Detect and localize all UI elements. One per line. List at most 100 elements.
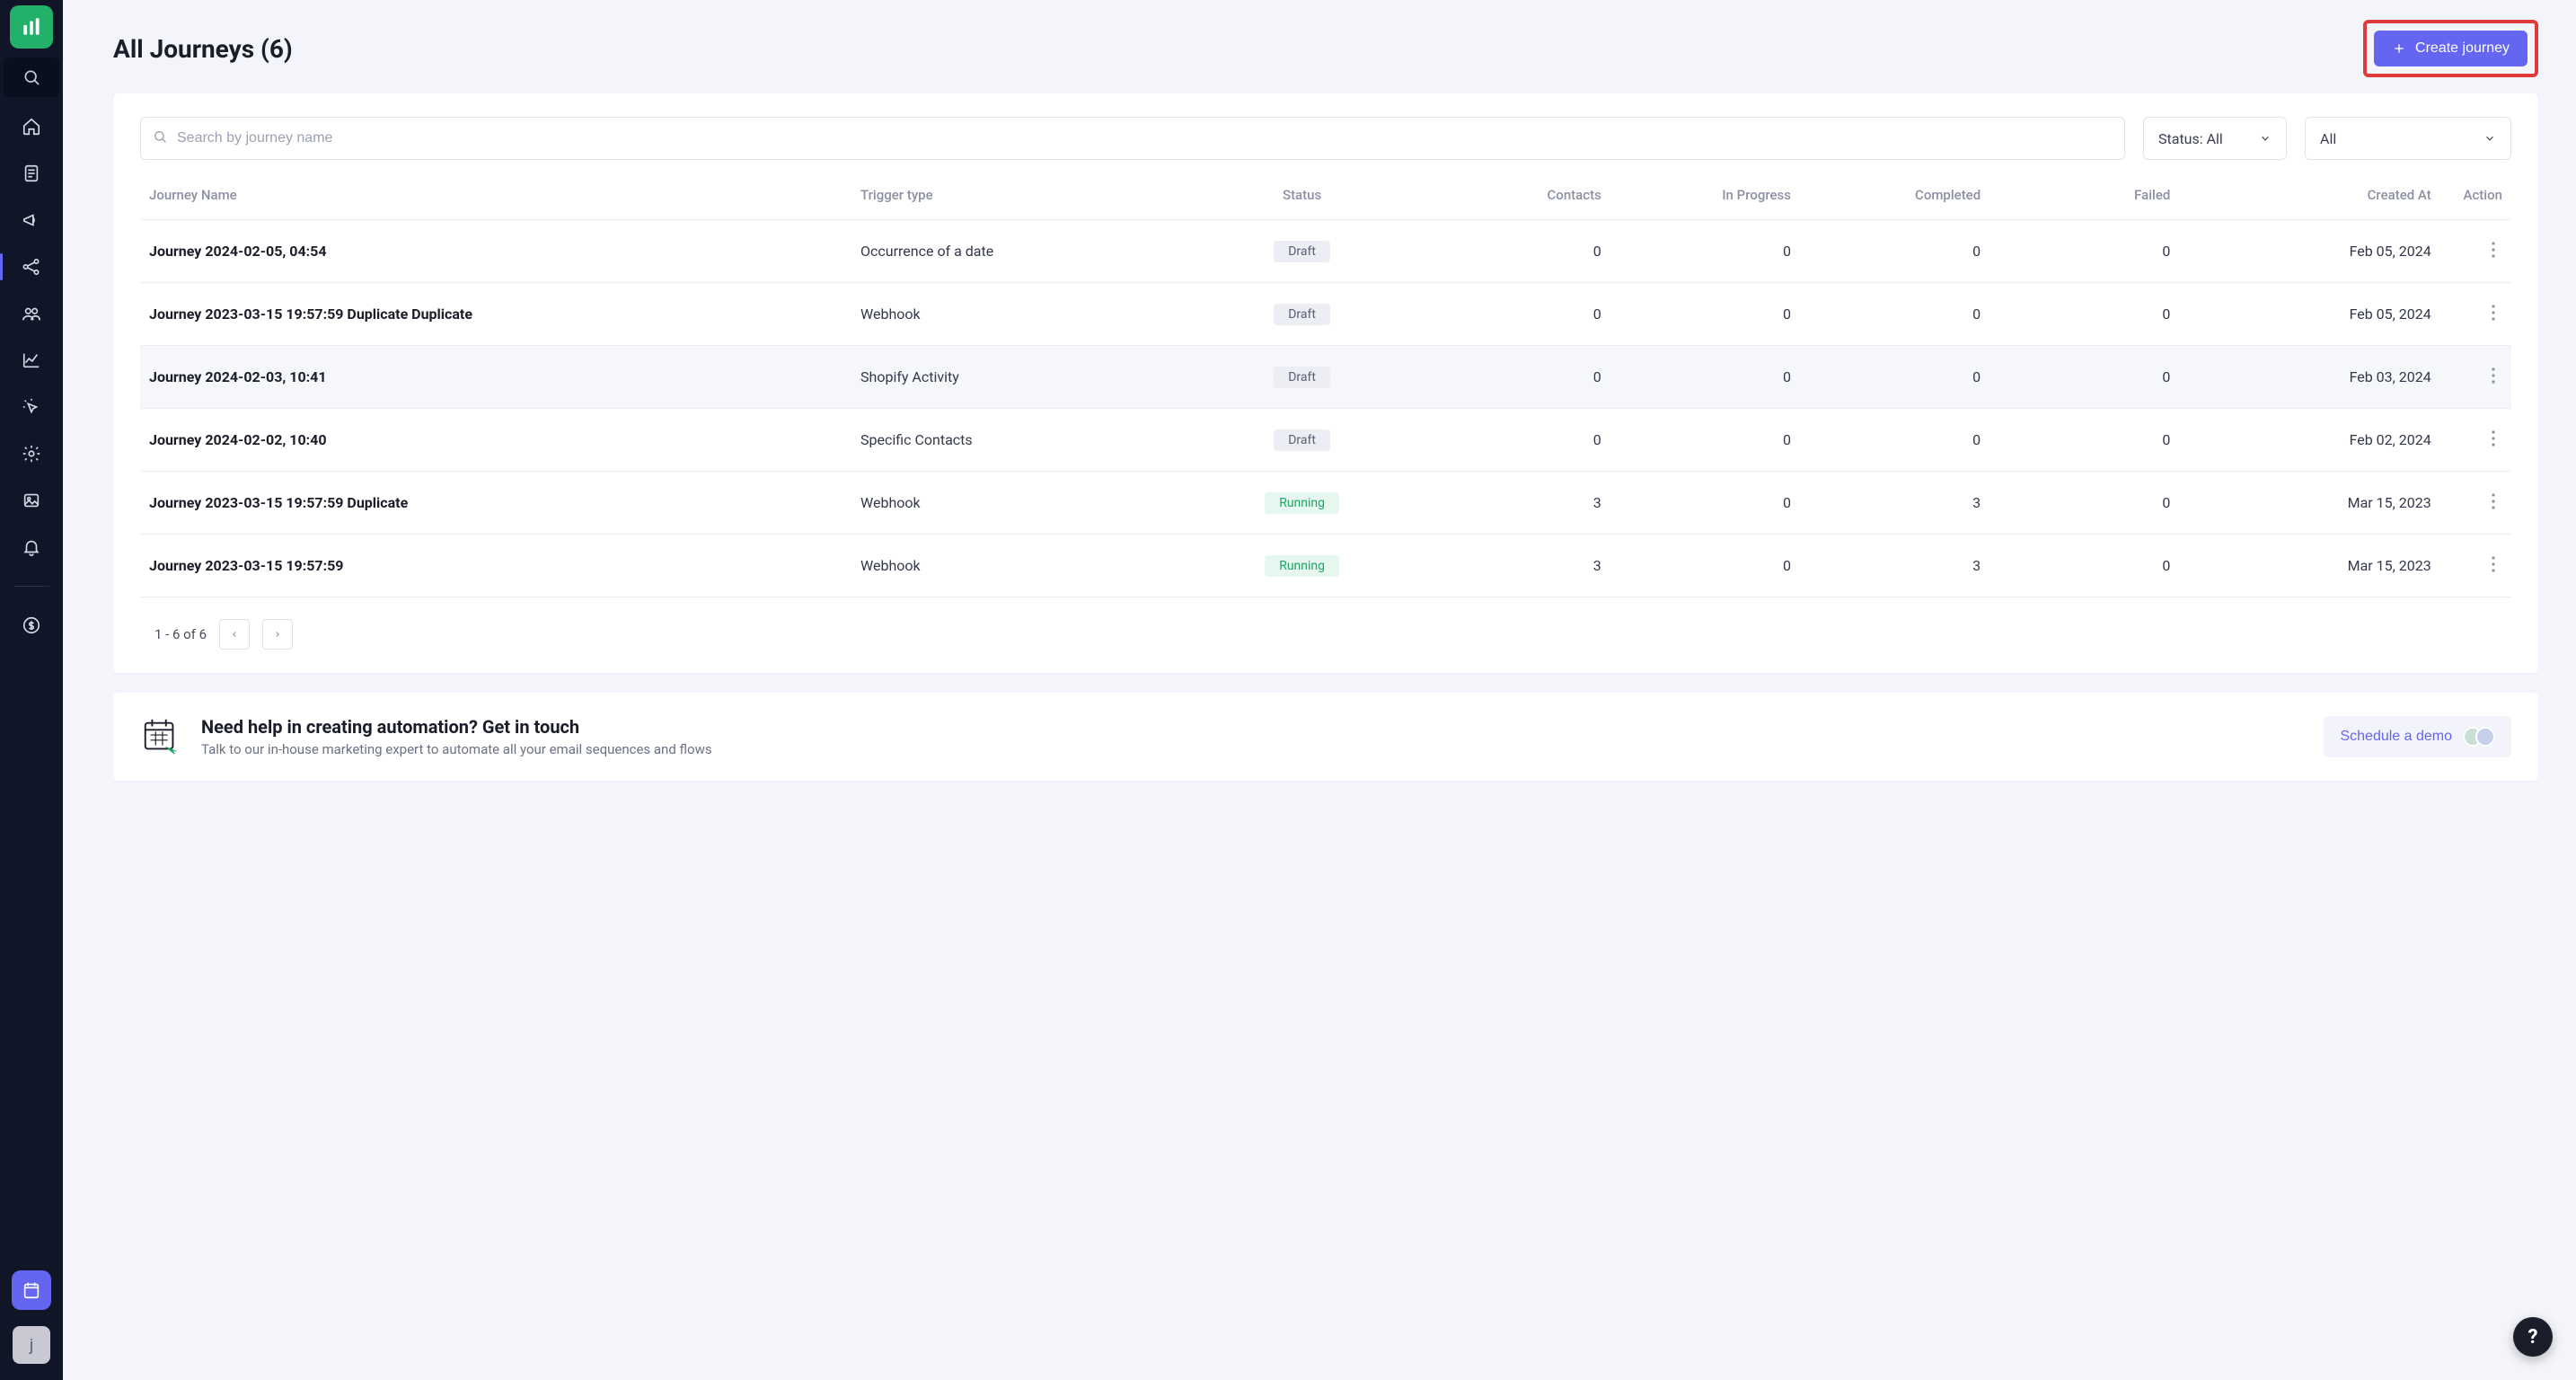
nav-settings[interactable]: [12, 438, 51, 469]
th-contacts[interactable]: Contacts: [1421, 169, 1610, 220]
main-content: All Journeys (6) Create journey Status: …: [63, 0, 2576, 1380]
table-row[interactable]: Journey 2023-03-15 19:57:59 Duplicate Du…: [140, 283, 2511, 346]
promo-subtitle: Talk to our in-house marketing expert to…: [201, 741, 2304, 757]
cell-completed: 0: [1800, 346, 1989, 409]
cell-completed: 3: [1800, 535, 1989, 597]
search-icon: [153, 129, 167, 147]
table-row[interactable]: Journey 2023-03-15 19:57:59 DuplicateWeb…: [140, 472, 2511, 535]
nav-notifications[interactable]: [12, 532, 51, 562]
sidebar-nav: [12, 111, 51, 1270]
th-status[interactable]: Status: [1184, 169, 1421, 220]
nav-assets[interactable]: [12, 485, 51, 516]
status-badge: Draft: [1274, 429, 1330, 451]
nav-billing[interactable]: [12, 610, 51, 641]
nav-contacts[interactable]: [12, 298, 51, 329]
cell-name[interactable]: Journey 2024-02-03, 10:41: [140, 346, 851, 409]
image-card-icon: [22, 491, 41, 510]
status-filter[interactable]: Status: All: [2143, 117, 2287, 160]
next-page-button[interactable]: [262, 619, 293, 650]
chevron-down-icon: [2483, 132, 2496, 145]
page-header: All Journeys (6) Create journey: [113, 20, 2538, 77]
row-menu-button[interactable]: [2484, 238, 2502, 264]
nav-actions[interactable]: [12, 392, 51, 422]
cell-trigger: Specific Contacts: [851, 409, 1184, 472]
chart-line-icon: [22, 350, 41, 370]
search-icon: [22, 68, 40, 86]
dots-vertical-icon: [2492, 305, 2495, 321]
status-badge: Running: [1265, 555, 1339, 577]
status-filter-label: Status: All: [2158, 130, 2223, 147]
sidebar-divider: [13, 586, 49, 587]
cell-status: Draft: [1184, 283, 1421, 346]
cell-name[interactable]: Journey 2023-03-15 19:57:59: [140, 535, 851, 597]
th-trigger[interactable]: Trigger type: [851, 169, 1184, 220]
dots-vertical-icon: [2492, 556, 2495, 572]
cell-trigger: Shopify Activity: [851, 346, 1184, 409]
th-completed[interactable]: Completed: [1800, 169, 1989, 220]
app-logo[interactable]: [10, 5, 53, 49]
cell-contacts: 0: [1421, 409, 1610, 472]
th-inprogress[interactable]: In Progress: [1610, 169, 1800, 220]
sidebar-search[interactable]: [4, 58, 59, 97]
dollar-circle-icon: [22, 615, 41, 635]
cell-created: Feb 02, 2024: [2179, 409, 2439, 472]
cell-inprogress: 0: [1610, 472, 1800, 535]
th-created[interactable]: Created At: [2179, 169, 2439, 220]
nav-campaigns[interactable]: [12, 205, 51, 235]
help-button[interactable]: ?: [2513, 1317, 2553, 1357]
cell-name[interactable]: Journey 2024-02-02, 10:40: [140, 409, 851, 472]
table-row[interactable]: Journey 2024-02-02, 10:40Specific Contac…: [140, 409, 2511, 472]
create-journey-highlight: Create journey: [2363, 20, 2538, 77]
status-badge: Draft: [1274, 304, 1330, 325]
cell-created: Mar 15, 2023: [2179, 535, 2439, 597]
plus-icon: [2392, 41, 2406, 56]
cell-name[interactable]: Journey 2024-02-05, 04:54: [140, 220, 851, 283]
chevron-down-icon: [2259, 132, 2272, 145]
secondary-filter[interactable]: All: [2305, 117, 2511, 160]
cell-completed: 0: [1800, 409, 1989, 472]
row-menu-button[interactable]: [2484, 427, 2502, 453]
create-journey-label: Create journey: [2415, 40, 2510, 57]
prev-page-button[interactable]: [219, 619, 250, 650]
cell-trigger: Occurrence of a date: [851, 220, 1184, 283]
cell-contacts: 0: [1421, 346, 1610, 409]
cell-contacts: 3: [1421, 535, 1610, 597]
create-journey-button[interactable]: Create journey: [2374, 31, 2527, 66]
page-range: 1 - 6 of 6: [154, 626, 207, 642]
table-row[interactable]: Journey 2024-02-03, 10:41Shopify Activit…: [140, 346, 2511, 409]
promo-text: Need help in creating automation? Get in…: [201, 716, 2304, 757]
th-name[interactable]: Journey Name: [140, 169, 851, 220]
journeys-table: Journey Name Trigger type Status Contact…: [140, 169, 2511, 597]
nav-home[interactable]: [12, 111, 51, 142]
schedule-demo-button[interactable]: Schedule a demo: [2324, 716, 2511, 757]
home-icon: [22, 117, 41, 137]
cell-name[interactable]: Journey 2023-03-15 19:57:59 Duplicate Du…: [140, 283, 851, 346]
schedule-demo-label: Schedule a demo: [2340, 729, 2452, 745]
table-row[interactable]: Journey 2023-03-15 19:57:59Webhook Runnin…: [140, 535, 2511, 597]
nav-analytics[interactable]: [12, 345, 51, 376]
row-menu-button[interactable]: [2484, 364, 2502, 390]
calendar-shortcut[interactable]: [12, 1270, 51, 1310]
cell-contacts: 3: [1421, 472, 1610, 535]
nav-journeys[interactable]: [12, 252, 51, 282]
search-wrapper: [140, 117, 2125, 160]
dots-vertical-icon: [2492, 493, 2495, 509]
status-badge: Draft: [1274, 241, 1330, 262]
cell-completed: 0: [1800, 283, 1989, 346]
cell-name[interactable]: Journey 2023-03-15 19:57:59 Duplicate: [140, 472, 851, 535]
promo-title: Need help in creating automation? Get in…: [201, 716, 2304, 738]
row-menu-button[interactable]: [2484, 301, 2502, 327]
search-input[interactable]: [140, 117, 2125, 160]
sidebar-bottom: j: [12, 1270, 51, 1380]
nav-templates[interactable]: [12, 158, 51, 189]
calendar-icon: [22, 1280, 41, 1300]
cell-inprogress: 0: [1610, 409, 1800, 472]
cell-trigger: Webhook: [851, 535, 1184, 597]
cell-failed: 0: [1989, 220, 2179, 283]
user-avatar[interactable]: j: [13, 1326, 50, 1364]
bell-icon: [22, 537, 41, 557]
th-failed[interactable]: Failed: [1989, 169, 2179, 220]
row-menu-button[interactable]: [2484, 553, 2502, 579]
row-menu-button[interactable]: [2484, 490, 2502, 516]
table-row[interactable]: Journey 2024-02-05, 04:54Occurrence of a…: [140, 220, 2511, 283]
